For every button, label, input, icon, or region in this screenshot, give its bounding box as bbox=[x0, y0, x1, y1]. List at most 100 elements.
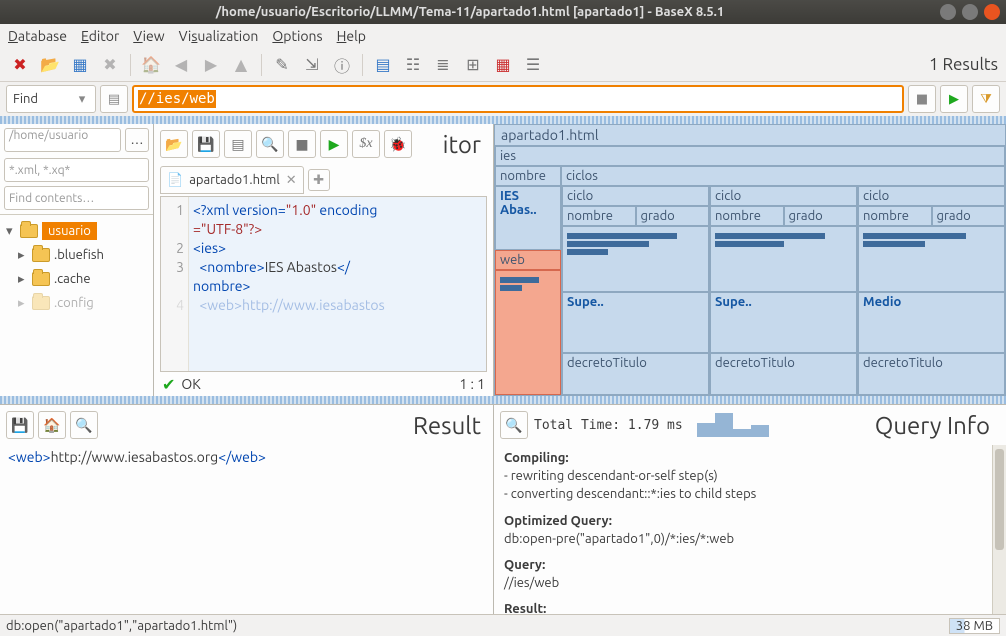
query-input[interactable]: //ies/web bbox=[132, 85, 904, 113]
tm-ciclo[interactable]: ciclo bbox=[562, 186, 709, 206]
view-list2-icon[interactable]: ⊞ bbox=[461, 53, 485, 77]
tree-item-config[interactable]: ▸ .config bbox=[0, 291, 153, 315]
find-config-button[interactable]: ▤ bbox=[100, 85, 128, 113]
run-button[interactable]: ▶ bbox=[940, 85, 968, 113]
home-icon[interactable]: 🏠 bbox=[139, 53, 163, 77]
menu-database[interactable]: Database bbox=[8, 28, 67, 44]
close-tab-icon[interactable]: ✕ bbox=[286, 173, 297, 188]
tm-root[interactable]: apartado1.html bbox=[495, 125, 1005, 146]
menu-visualization[interactable]: Visualization bbox=[179, 28, 259, 44]
memory-indicator[interactable]: 38 MB bbox=[949, 618, 1000, 634]
gutter: 1234 bbox=[161, 197, 189, 371]
tm-web-val[interactable] bbox=[495, 270, 561, 395]
tree-item-bluefish[interactable]: ▸ .bluefish bbox=[0, 243, 153, 267]
vars-button[interactable]: $x bbox=[352, 130, 380, 158]
view-explorer-icon[interactable]: ☰ bbox=[521, 53, 545, 77]
search-qi-button[interactable]: 🔍 bbox=[500, 411, 528, 439]
qi-scrollbar[interactable] bbox=[992, 445, 1006, 614]
tree-item-cache[interactable]: ▸ .cache bbox=[0, 267, 153, 291]
bottom-area: 💾 🏠 🔍 Result <web>http://www.iesabastos.… bbox=[0, 404, 1006, 614]
view-table-icon[interactable]: ▦ bbox=[491, 53, 515, 77]
tm-decreto[interactable]: decretoTitulo bbox=[562, 353, 709, 395]
tm-data[interactable] bbox=[858, 226, 1005, 292]
tm-grado[interactable]: grado bbox=[932, 206, 1006, 226]
file-icon: 📄 bbox=[167, 173, 183, 188]
tm-grado-val[interactable]: Medio bbox=[858, 292, 1005, 354]
save-file-button[interactable]: 💾 bbox=[192, 130, 220, 158]
stop-exec-button[interactable]: ■ bbox=[288, 130, 316, 158]
run-exec-button[interactable]: ▶ bbox=[320, 130, 348, 158]
tm-web[interactable]: web bbox=[495, 250, 561, 270]
search-result-button[interactable]: 🔍 bbox=[70, 411, 98, 439]
tm-data[interactable] bbox=[710, 226, 857, 292]
queryinfo-body[interactable]: Compiling: - rewriting descendant-or-sel… bbox=[494, 445, 992, 614]
editor-tab[interactable]: 📄 apartado1.html ✕ bbox=[160, 166, 304, 194]
view-list1-icon[interactable]: ≣ bbox=[431, 53, 455, 77]
menu-help[interactable]: Help bbox=[337, 28, 366, 44]
rt-icon[interactable]: ⇲ bbox=[300, 53, 324, 77]
close-button[interactable] bbox=[984, 4, 1000, 20]
maximize-button[interactable] bbox=[962, 4, 978, 20]
open-icon[interactable]: 📂 bbox=[38, 53, 62, 77]
menu-options[interactable]: Options bbox=[272, 28, 322, 44]
tm-nombre-val[interactable]: IES Abas.. bbox=[495, 186, 561, 250]
tm-data[interactable] bbox=[562, 226, 709, 292]
chevron-down-icon: ▾ bbox=[6, 224, 16, 239]
info-icon[interactable]: ⓘ bbox=[330, 53, 354, 77]
add-tab-button[interactable]: ✚ bbox=[308, 169, 330, 191]
editor-status: ✔ OK 1 : 1 bbox=[154, 372, 493, 396]
tm-ciclos[interactable]: ciclos bbox=[561, 166, 1005, 186]
menu-editor[interactable]: Editor bbox=[81, 28, 119, 44]
view-grid-icon[interactable]: ▤ bbox=[371, 53, 395, 77]
back-icon[interactable]: ◀ bbox=[169, 53, 193, 77]
path-browse-button[interactable]: … bbox=[125, 128, 149, 152]
tm-ciclo[interactable]: ciclo bbox=[858, 186, 1005, 206]
menubar: Database Editor View Visualization Optio… bbox=[0, 24, 1006, 48]
debug-button[interactable]: 🐞 bbox=[384, 130, 412, 158]
tm-decreto[interactable]: decretoTitulo bbox=[858, 353, 1005, 395]
minimize-button[interactable] bbox=[940, 4, 956, 20]
grid-icon[interactable]: ▦ bbox=[68, 53, 92, 77]
stop-button[interactable]: ■ bbox=[908, 85, 936, 113]
editor-panel: 📂 💾 ▤ 🔍 ■ ▶ $x 🐞 itor 📄 apartado1.html ✕… bbox=[154, 124, 494, 396]
ok-icon: ✔ bbox=[162, 375, 175, 394]
tm-nombre[interactable]: nombre bbox=[858, 206, 932, 226]
tm-ies[interactable]: ies bbox=[495, 146, 1005, 166]
history-button[interactable]: ▤ bbox=[224, 130, 252, 158]
tree-item-usuario[interactable]: ▾ usuario bbox=[0, 219, 153, 243]
window-title: /home/usuario/Escritorio/LLMM/Tema-11/ap… bbox=[6, 5, 934, 19]
save-result-button[interactable]: 💾 bbox=[6, 411, 34, 439]
search-button[interactable]: 🔍 bbox=[256, 130, 284, 158]
separator bbox=[362, 54, 363, 76]
edit-icon[interactable]: ✎ bbox=[270, 53, 294, 77]
tree-label: .config bbox=[54, 296, 94, 310]
tm-nombre[interactable]: nombre bbox=[495, 166, 561, 186]
tm-decreto[interactable]: decretoTitulo bbox=[710, 353, 857, 395]
home-result-button[interactable]: 🏠 bbox=[38, 411, 66, 439]
tm-nombre[interactable]: nombre bbox=[562, 206, 636, 226]
tm-grado[interactable]: grado bbox=[784, 206, 858, 226]
tm-grado[interactable]: grado bbox=[636, 206, 710, 226]
delete-icon[interactable]: ✖ bbox=[98, 53, 122, 77]
find-mode-select[interactable]: Find ▾ bbox=[6, 85, 96, 113]
open-file-button[interactable]: 📂 bbox=[160, 130, 188, 158]
treemap[interactable]: apartado1.html ies nombre IES Abas.. web… bbox=[494, 124, 1006, 396]
tm-nombre[interactable]: nombre bbox=[710, 206, 784, 226]
filter-button[interactable]: ⧩ bbox=[972, 85, 1000, 113]
tm-ciclo[interactable]: ciclo bbox=[710, 186, 857, 206]
find-contents-input[interactable]: Find contents… bbox=[4, 186, 149, 210]
filter-input[interactable]: *.xml, *.xq* bbox=[4, 158, 149, 182]
up-icon[interactable]: ▲ bbox=[229, 53, 253, 77]
tm-grado-val[interactable]: Supe.. bbox=[562, 292, 709, 354]
result-panel: 💾 🏠 🔍 Result <web>http://www.iesabastos.… bbox=[0, 405, 494, 614]
tm-grado-val[interactable]: Supe.. bbox=[710, 292, 857, 354]
visualization-panel: apartado1.html ies nombre IES Abas.. web… bbox=[494, 124, 1006, 396]
result-body[interactable]: <web>http://www.iesabastos.org</web> bbox=[0, 445, 493, 614]
path-input[interactable]: /home/usuario bbox=[4, 128, 121, 152]
forward-icon[interactable]: ▶ bbox=[199, 53, 223, 77]
code-editor[interactable]: 1234 <?xml version="1.0" encoding ="UTF-… bbox=[160, 196, 487, 372]
status-left: db:open("apartado1","apartado1.html") bbox=[6, 619, 237, 633]
close-db-icon[interactable]: ✖ bbox=[8, 53, 32, 77]
menu-view[interactable]: View bbox=[133, 28, 164, 44]
view-tree-icon[interactable]: ☷ bbox=[401, 53, 425, 77]
